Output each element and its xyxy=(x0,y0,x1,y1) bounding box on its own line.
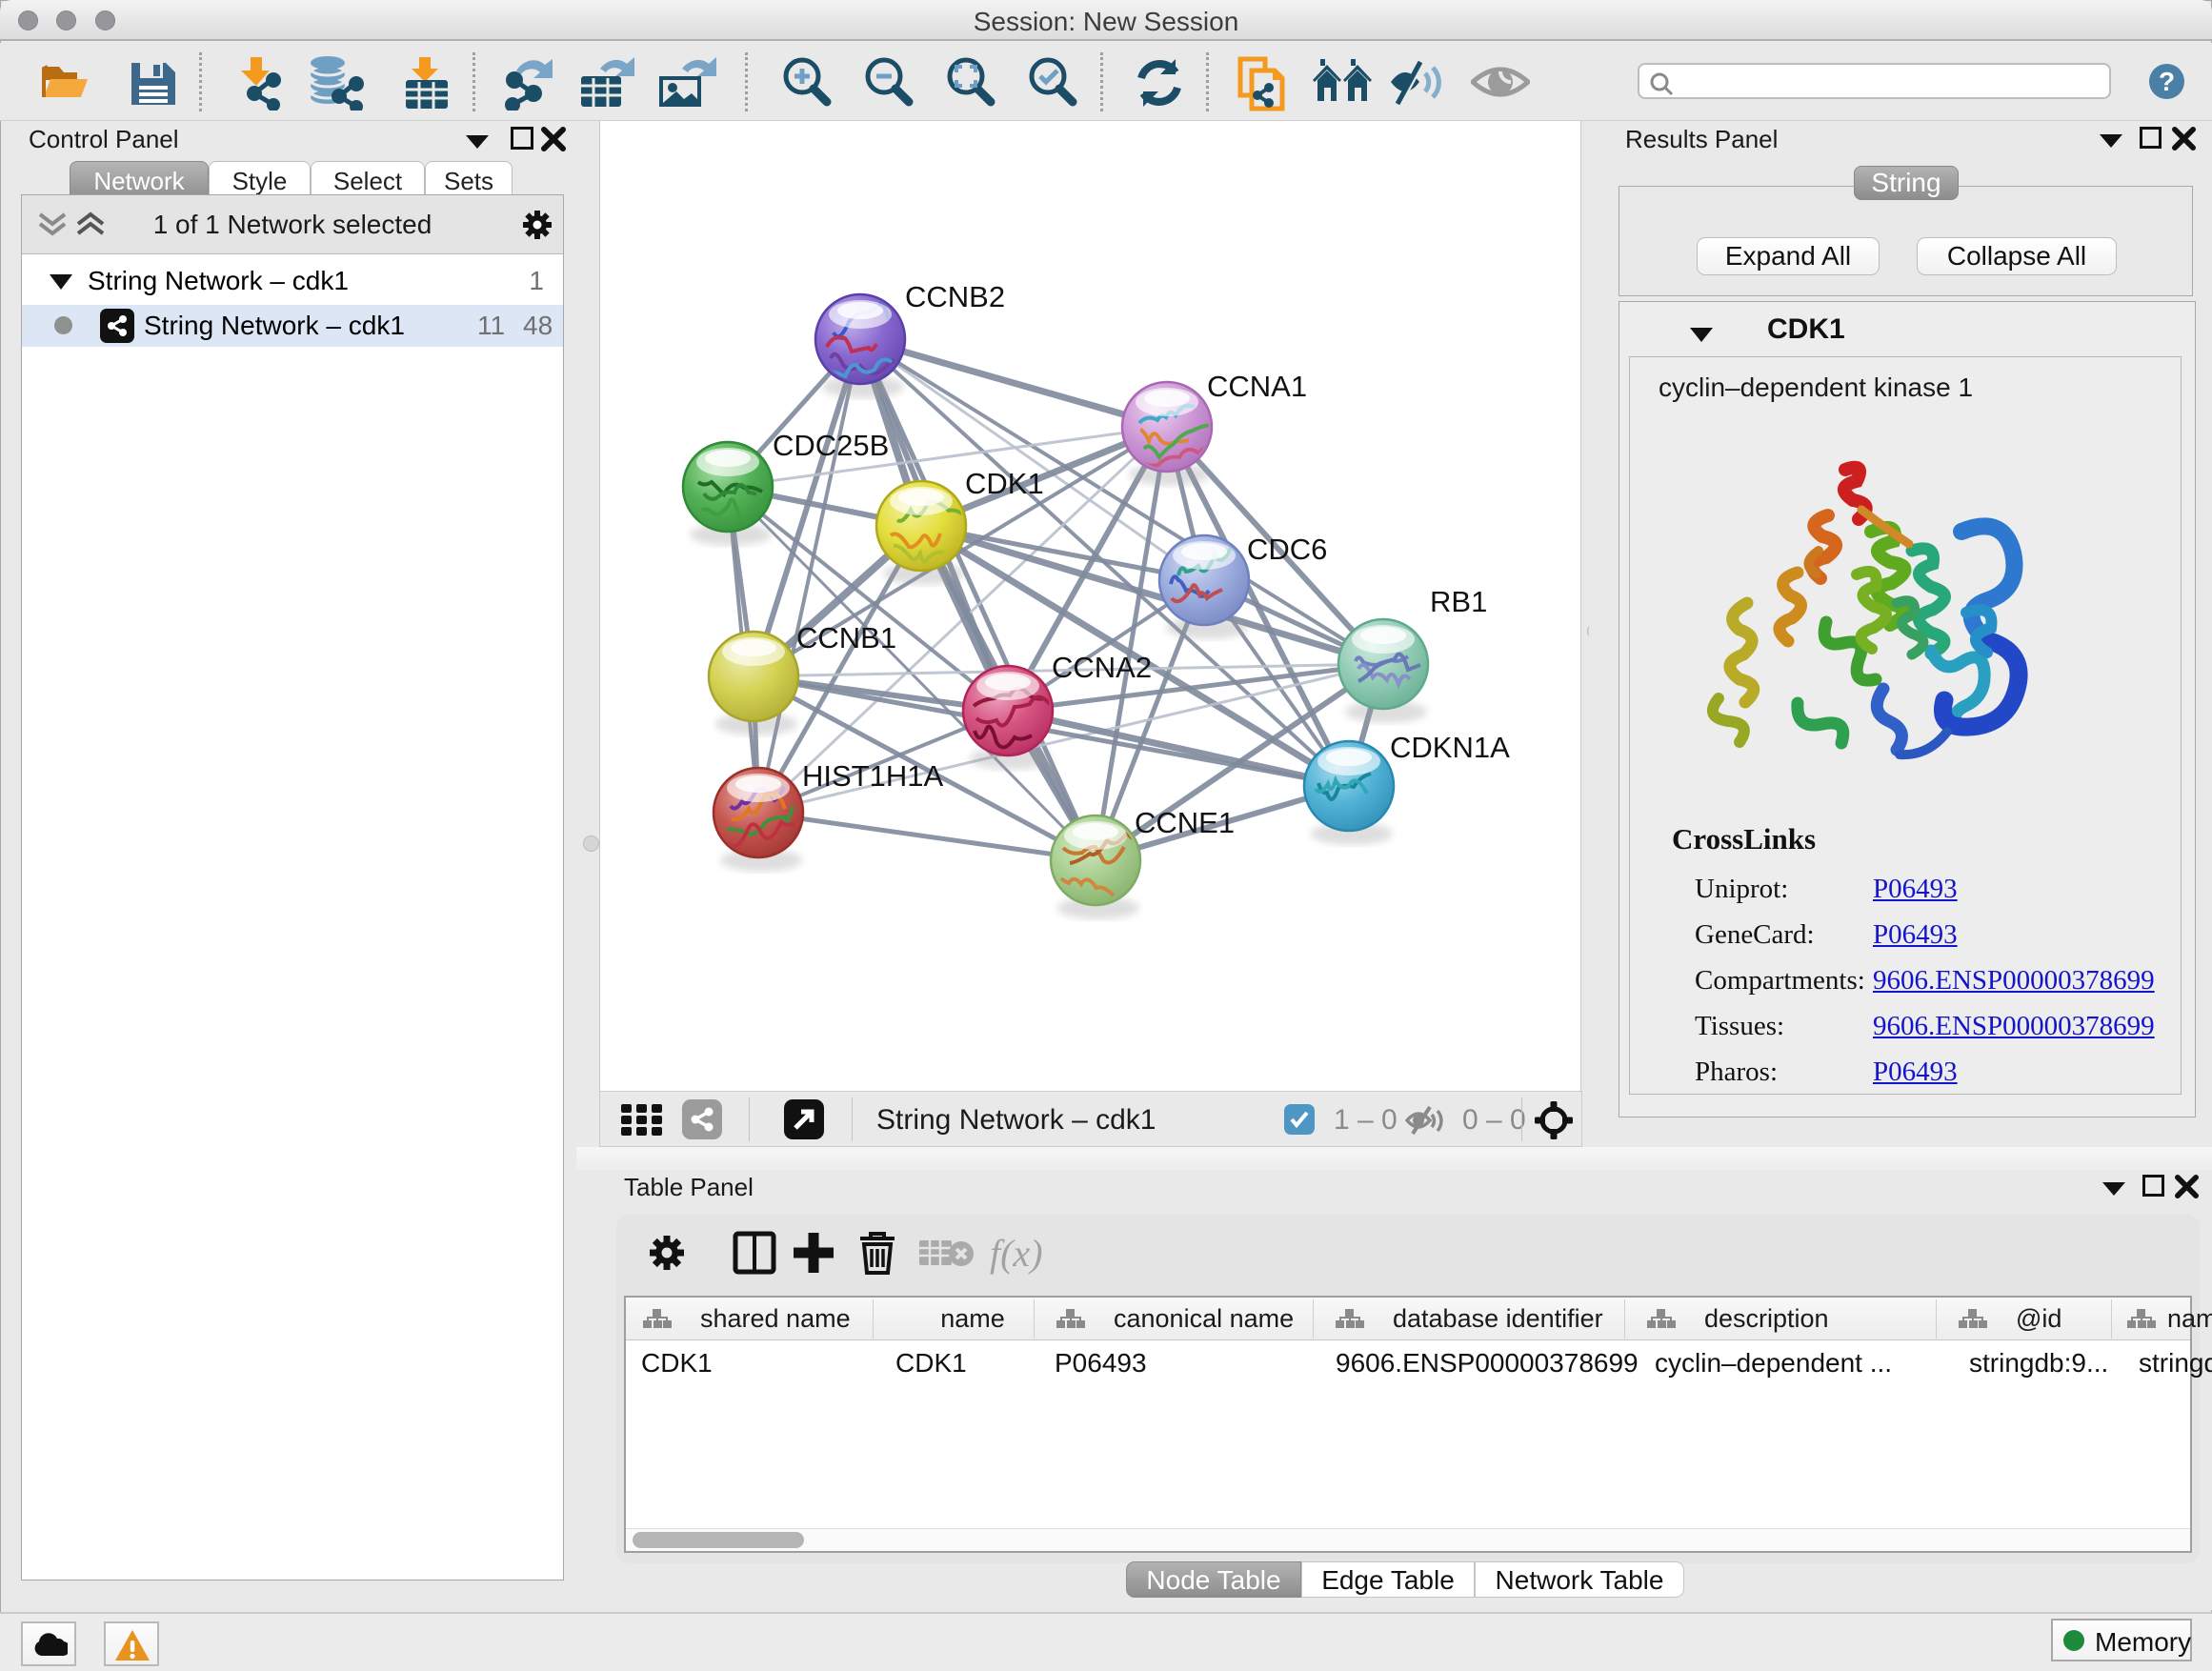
svg-text:CCNE1: CCNE1 xyxy=(1135,806,1235,839)
svg-text:RB1: RB1 xyxy=(1430,585,1487,618)
svg-text:CCNB1: CCNB1 xyxy=(796,621,896,654)
svg-text:CDK1: CDK1 xyxy=(965,467,1044,500)
svg-text:CDC25B: CDC25B xyxy=(773,429,889,462)
svg-text:CDKN1A: CDKN1A xyxy=(1390,731,1510,764)
svg-text:HIST1H1A: HIST1H1A xyxy=(802,759,943,793)
svg-text:CCNA2: CCNA2 xyxy=(1052,651,1152,684)
svg-text:CDC6: CDC6 xyxy=(1247,533,1327,566)
svg-text:CCNA1: CCNA1 xyxy=(1207,370,1307,403)
svg-text:CCNB2: CCNB2 xyxy=(905,280,1005,313)
